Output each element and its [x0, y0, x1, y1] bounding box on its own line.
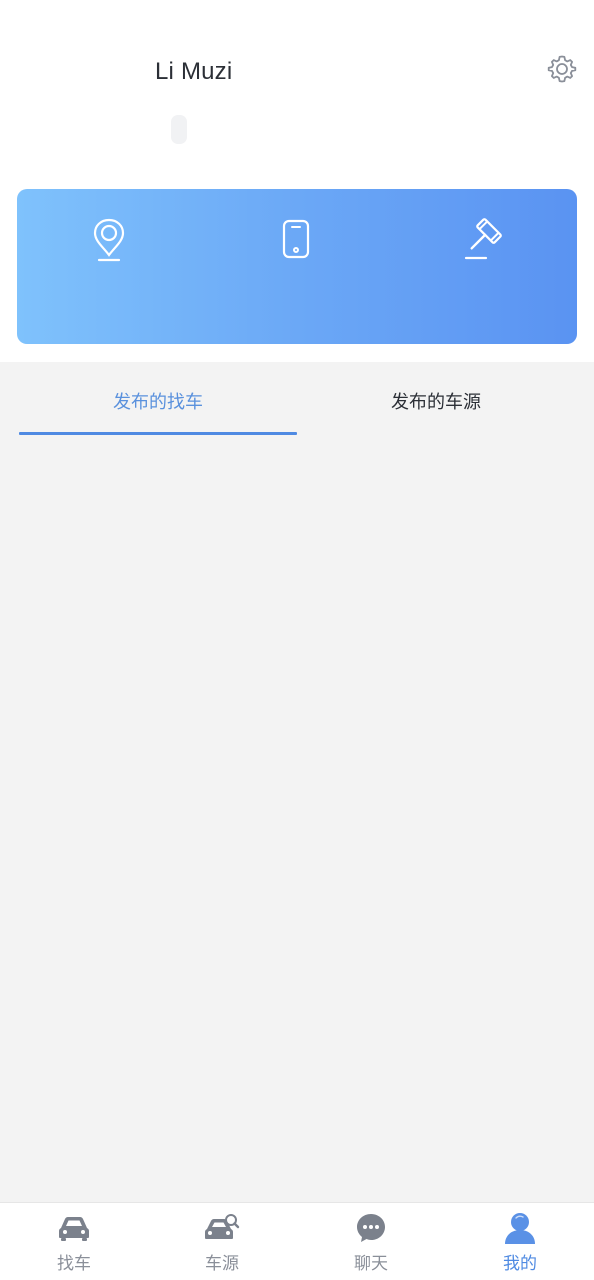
nav-item-chat[interactable]: 聊天: [297, 1203, 445, 1280]
bottom-navigation: 找车 车源 聊天 我的: [0, 1202, 594, 1280]
nav-label: 车源: [205, 1254, 239, 1274]
nav-item-find-car[interactable]: 找车: [0, 1203, 148, 1280]
gear-icon: [547, 55, 577, 83]
chat-bubble-icon: [357, 1214, 385, 1242]
nav-item-mine[interactable]: 我的: [446, 1203, 594, 1280]
tab-bar: 发布的找车 发布的车源: [0, 362, 594, 438]
quick-actions-card: [17, 189, 577, 344]
auction-hammer-icon: [464, 218, 502, 260]
phone-icon: [282, 219, 310, 259]
profile-header: Li Muzi: [0, 0, 594, 362]
location-action[interactable]: [79, 217, 139, 277]
subtitle-placeholder: [171, 115, 187, 144]
screen: Li Muzi 发布的找车 发布的车源 找车 车源 聊天 我的: [0, 0, 594, 1280]
location-pin-icon: [93, 218, 125, 262]
settings-button[interactable]: [544, 51, 580, 87]
nav-label: 找车: [57, 1254, 91, 1274]
tab-active-indicator: [19, 432, 297, 435]
tab-published-wanted[interactable]: 发布的找车: [19, 362, 297, 438]
car-search-icon: [205, 1214, 240, 1239]
nav-item-car-source[interactable]: 车源: [148, 1203, 296, 1280]
tab-label: 发布的车源: [391, 392, 481, 413]
tab-published-listings[interactable]: 发布的车源: [297, 362, 575, 438]
auction-action[interactable]: [453, 217, 513, 277]
car-icon: [59, 1217, 89, 1241]
nav-label: 我的: [503, 1254, 537, 1274]
user-icon: [505, 1213, 535, 1244]
tab-label: 发布的找车: [113, 392, 203, 413]
nav-label: 聊天: [354, 1254, 388, 1274]
phone-action[interactable]: [266, 217, 326, 277]
tab-content-area: [0, 438, 594, 1202]
user-name: Li Muzi: [155, 58, 233, 85]
